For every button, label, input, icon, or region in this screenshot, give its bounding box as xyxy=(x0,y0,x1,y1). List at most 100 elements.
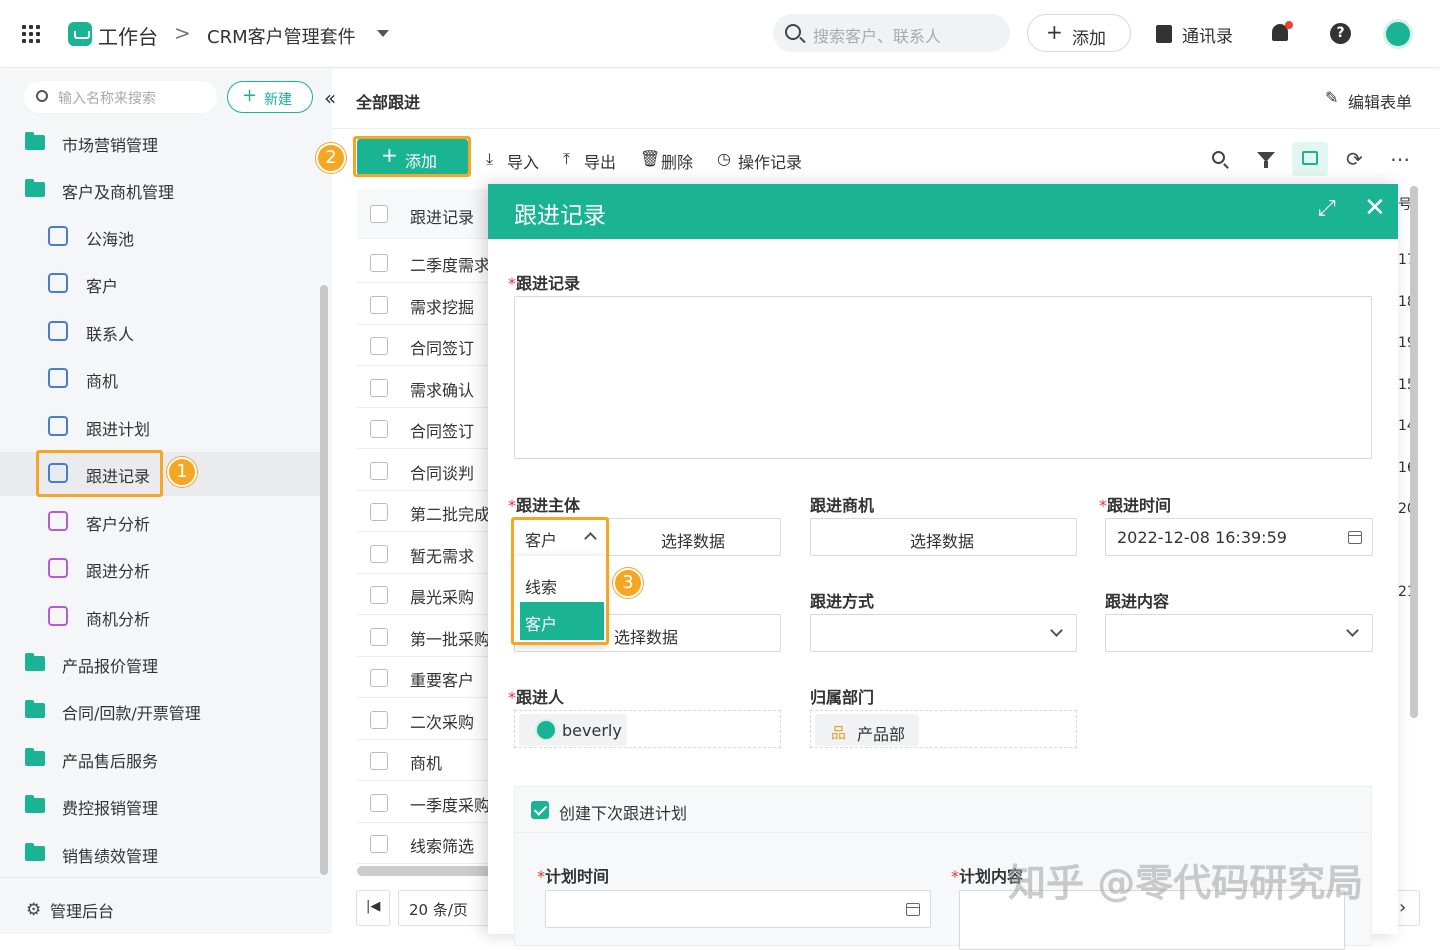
sidebar-new-button[interactable]: + 新建 xyxy=(227,81,313,113)
expand-icon[interactable]: ⤢ xyxy=(1318,196,1336,221)
dept-tag[interactable]: 品 产品部 xyxy=(815,714,919,746)
help-icon[interactable]: ? xyxy=(1330,23,1351,44)
sidebar-item[interactable]: 跟进分析 xyxy=(0,547,320,591)
table-row[interactable]: 二季度需求 xyxy=(357,242,492,283)
sidebar-item[interactable]: 跟进计划 xyxy=(0,405,320,449)
page-size-select[interactable]: 20 条/页 xyxy=(398,890,493,926)
table-row[interactable]: 合同签订 xyxy=(357,408,492,449)
table-row[interactable]: 商机 xyxy=(357,740,492,781)
refresh-icon[interactable]: ⟳ xyxy=(1346,147,1363,171)
export-button[interactable]: 导出 xyxy=(584,149,616,173)
trash-icon: 🗑 xyxy=(640,149,661,168)
sidebar-search-input[interactable]: 输入名称来搜索 xyxy=(24,81,217,113)
workspace-link[interactable]: 工作台 xyxy=(98,21,158,50)
row-checkbox[interactable] xyxy=(370,420,388,438)
sidebar-item[interactable]: 销售绩效管理 xyxy=(0,832,320,876)
sidebar-scrollbar[interactable] xyxy=(320,285,328,875)
sidebar-item[interactable]: 客户及商机管理 xyxy=(0,168,320,212)
table-row[interactable]: 线索筛选 xyxy=(357,823,492,864)
edit-form-link[interactable]: 编辑表单 xyxy=(1348,89,1412,113)
first-page-button[interactable]: |◀ xyxy=(356,890,390,926)
row-checkbox[interactable] xyxy=(370,503,388,521)
table-row[interactable]: 一季度采购 xyxy=(357,782,492,823)
owner-tag[interactable]: beverly xyxy=(519,714,627,746)
gear-icon: ⚙ xyxy=(26,900,42,920)
table-horizontal-scrollbar[interactable] xyxy=(357,866,492,876)
dept-field[interactable]: 品 产品部 xyxy=(810,710,1077,748)
row-checkbox[interactable] xyxy=(370,835,388,853)
global-search-input[interactable]: 搜索客户、联系人 xyxy=(773,14,1010,52)
opportunity-picker[interactable]: 选择数据 xyxy=(810,518,1077,556)
sidebar-item[interactable]: 联系人 xyxy=(0,310,320,354)
admin-link[interactable]: 管理后台 xyxy=(50,898,114,922)
row-checkbox[interactable] xyxy=(370,627,388,646)
sidebar-item[interactable]: 产品报价管理 xyxy=(0,642,320,686)
delete-button[interactable]: 删除 xyxy=(661,149,693,173)
row-checkbox[interactable] xyxy=(370,378,388,397)
table-row[interactable]: 需求挖掘 xyxy=(357,284,492,325)
search-icon[interactable] xyxy=(1210,148,1234,172)
sidebar-item[interactable]: 客户分析 xyxy=(0,500,320,544)
user-avatar[interactable] xyxy=(1383,19,1413,49)
view-toggle-button[interactable] xyxy=(1292,142,1328,176)
suite-title[interactable]: CRM客户管理套件 xyxy=(207,23,356,49)
method-select[interactable] xyxy=(810,614,1077,652)
record-label: 跟进记录 xyxy=(516,274,581,293)
sidebar-item[interactable]: 客户 xyxy=(0,262,320,306)
table-row[interactable]: 暂无需求 xyxy=(357,533,492,574)
sidebar-item[interactable]: 公海池 xyxy=(0,215,320,259)
content-select[interactable] xyxy=(1105,614,1373,652)
table-row[interactable]: 合同签订 xyxy=(357,325,492,366)
table-vertical-scrollbar[interactable] xyxy=(1410,186,1418,718)
row-checkbox[interactable] xyxy=(370,710,388,729)
filter-icon[interactable] xyxy=(1255,148,1279,172)
download-icon: ⤓ xyxy=(486,149,494,168)
apps-grid-icon[interactable] xyxy=(22,25,40,43)
time-input[interactable]: 2022-12-08 16:39:59 xyxy=(1105,518,1373,556)
folder-icon xyxy=(25,700,45,718)
record-textarea[interactable] xyxy=(514,296,1372,459)
sidebar-item[interactable]: 市场营销管理 xyxy=(0,121,320,165)
sidebar-item[interactable]: 费控报销管理 xyxy=(0,784,320,828)
row-checkbox[interactable] xyxy=(370,544,388,563)
select-all-checkbox[interactable] xyxy=(370,205,388,223)
opportunity-label: 跟进商机 xyxy=(810,496,875,515)
folder-icon xyxy=(25,748,45,766)
suite-dropdown-icon[interactable] xyxy=(377,30,389,37)
row-checkbox[interactable] xyxy=(370,669,388,687)
table-row[interactable]: 需求确认 xyxy=(357,367,492,408)
sidebar-item[interactable]: 产品售后服务 xyxy=(0,737,320,781)
create-plan-checkbox[interactable] xyxy=(531,801,549,819)
row-checkbox[interactable] xyxy=(370,752,388,770)
table-row[interactable]: 合同谈判 xyxy=(357,450,492,491)
plan-time-label: 计划时间 xyxy=(545,867,610,886)
import-button[interactable]: 导入 xyxy=(507,149,539,173)
row-checkbox[interactable] xyxy=(370,461,388,480)
sidebar-item-label: 产品报价管理 xyxy=(62,657,159,676)
table-row[interactable]: 重要客户 xyxy=(357,657,492,698)
more-icon[interactable]: ⋯ xyxy=(1390,147,1410,171)
sidebar-item[interactable]: 合同/回款/开票管理 xyxy=(0,689,320,733)
contacts-icon xyxy=(1156,25,1172,43)
row-checkbox[interactable] xyxy=(370,337,388,355)
plus-icon: + xyxy=(1046,20,1063,44)
sidebar-item[interactable]: 商机分析 xyxy=(0,595,320,639)
operation-log-button[interactable]: 操作记录 xyxy=(738,149,802,173)
row-checkbox[interactable] xyxy=(370,254,388,272)
create-plan-label: 创建下次跟进计划 xyxy=(559,804,688,823)
sidebar: 输入名称来搜索 + 新建 市场营销管理 客户及商机管理 公海池 客户 联系人 商机 跟进计划… xyxy=(0,69,332,934)
row-checkbox[interactable] xyxy=(370,295,388,314)
plan-time-input[interactable] xyxy=(545,890,931,928)
table-row[interactable]: 第一批采购 xyxy=(357,616,492,657)
table-row[interactable]: 第二批完成 xyxy=(357,491,492,532)
table-row[interactable]: 二次采购 xyxy=(357,699,492,740)
sidebar-item[interactable]: 商机 xyxy=(0,357,320,401)
owner-field[interactable]: beverly xyxy=(514,710,781,748)
top-add-button[interactable]: + 添加 xyxy=(1027,14,1131,52)
collapse-sidebar-icon[interactable]: « xyxy=(324,86,336,110)
row-checkbox[interactable] xyxy=(370,793,388,812)
close-icon[interactable]: ✕ xyxy=(1364,193,1386,223)
row-checkbox[interactable] xyxy=(370,586,388,604)
table-row[interactable]: 晨光采购 xyxy=(357,574,492,615)
contacts-link[interactable]: 通讯录 xyxy=(1182,22,1233,47)
